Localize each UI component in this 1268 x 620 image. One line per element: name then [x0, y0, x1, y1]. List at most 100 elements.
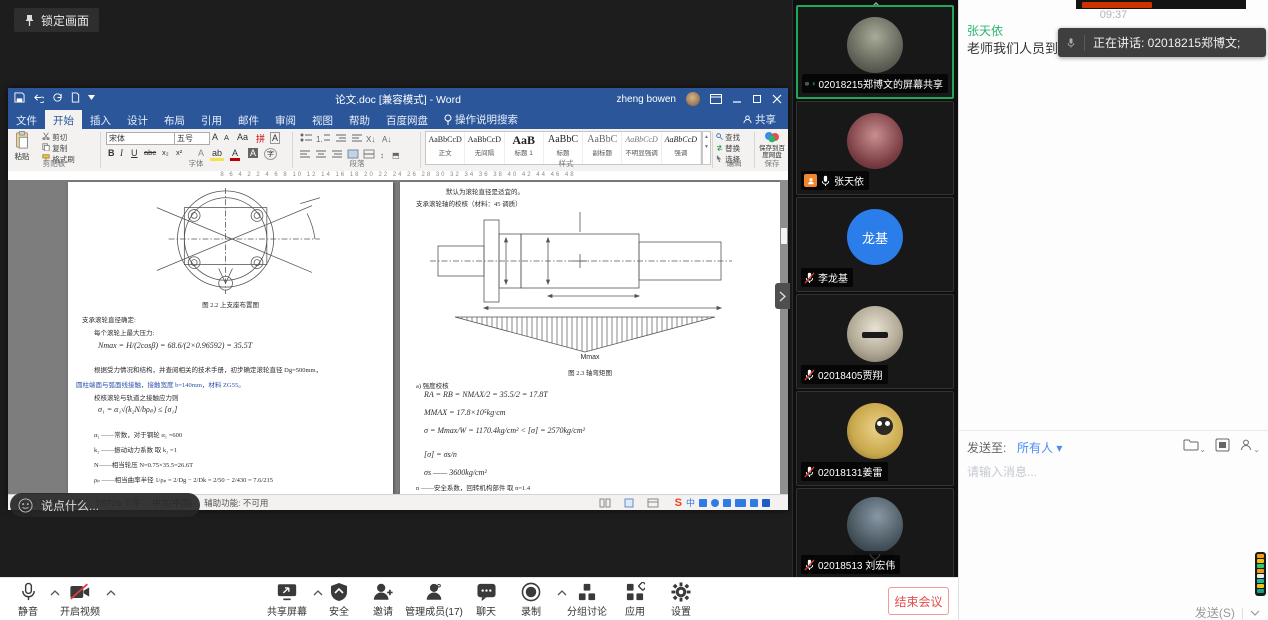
- word-ribbon: 粘贴 剪切 复制 格式刷 剪贴板 宋体 五号 A A Aa 拼 A B I U: [8, 129, 788, 172]
- replace-button[interactable]: 替换: [716, 143, 740, 154]
- ime-toolbox-icon[interactable]: [750, 499, 758, 507]
- text-effects-icon[interactable]: A: [196, 148, 206, 158]
- shield-icon: [330, 582, 348, 602]
- file-attach-button[interactable]: ⌄: [1183, 438, 1206, 457]
- styles-group: AaBbCcD正文 AaBbCcD无间隔 AaB标题 1 AaBbC标题 AaB…: [422, 129, 710, 170]
- participant-tile[interactable]: 张天依: [796, 101, 954, 195]
- document-canvas[interactable]: 图 2.2 上支座布置图 支承滚轮直径确定: 每个滚轮上最大压力: Nmax =…: [8, 180, 788, 494]
- collapse-panel-handle[interactable]: [775, 283, 790, 309]
- start-video-button[interactable]: 开启视频: [45, 582, 115, 618]
- screenshot-button[interactable]: [1215, 438, 1230, 457]
- ime-mode-zh[interactable]: 中: [686, 496, 695, 509]
- strikethrough-button[interactable]: abc: [142, 148, 158, 157]
- ime-mic-icon[interactable]: [723, 499, 731, 507]
- clipboard-group: 粘贴 剪切 复制 格式刷 剪贴板: [8, 129, 100, 170]
- web-layout-icon[interactable]: [647, 498, 659, 508]
- ime-keyboard-icon[interactable]: [735, 499, 746, 507]
- ribbon-display-icon[interactable]: [710, 94, 722, 104]
- save-to-netdisk-label[interactable]: 保存到百度网盘: [756, 145, 788, 159]
- send-options-icon[interactable]: [1250, 610, 1260, 616]
- video-options-caret[interactable]: [106, 590, 116, 596]
- avatar-initials: 龙基: [862, 228, 888, 247]
- shading-icon[interactable]: A: [248, 148, 258, 158]
- at-person-icon: [1239, 438, 1253, 452]
- tab-review[interactable]: 审阅: [267, 110, 304, 129]
- tab-view[interactable]: 视图: [304, 110, 341, 129]
- send-to-value: 所有人: [1017, 441, 1053, 455]
- doc-scrollbar[interactable]: [780, 180, 788, 494]
- doc-formula: Nmax = H/(2cosβ) = 68.6/(2×0.96592) = 35…: [98, 341, 252, 350]
- bold-button[interactable]: B: [106, 148, 117, 158]
- underline-button[interactable]: U: [129, 148, 140, 158]
- participant-tile-sharer[interactable]: 02018215郑博文的屏幕共享: [796, 5, 954, 99]
- chat-message-text: 老师我们人员到齐: [967, 38, 1071, 57]
- doc-scrollbar-thumb[interactable]: [781, 228, 787, 244]
- mention-button[interactable]: ⌄: [1239, 438, 1260, 457]
- cut-button[interactable]: 剪切: [42, 132, 67, 143]
- read-mode-icon[interactable]: [599, 498, 611, 508]
- tab-baidu-netdisk[interactable]: 百度网盘: [378, 110, 436, 129]
- send-to-selector[interactable]: 所有人 ▾: [1017, 439, 1062, 456]
- tell-me-search[interactable]: 操作说明搜索: [436, 110, 526, 129]
- grow-font-icon[interactable]: A: [210, 132, 220, 142]
- participant-tile[interactable]: 龙基 李龙基: [796, 197, 954, 292]
- edge-volume-widget[interactable]: [1255, 552, 1266, 596]
- find-button[interactable]: 查找: [716, 132, 740, 143]
- mic-muted-icon: [804, 272, 815, 284]
- char-border-icon[interactable]: A: [270, 132, 280, 144]
- participant-label: 李龙基: [801, 268, 853, 287]
- baidu-netdisk-icon[interactable]: [764, 131, 780, 143]
- chat-input-placeholder[interactable]: 请输入消息...: [959, 457, 1268, 486]
- speaking-toast: 正在讲话: 02018215郑博文;: [1058, 28, 1266, 57]
- tab-file[interactable]: 文件: [8, 110, 45, 129]
- minimize-icon[interactable]: [732, 94, 742, 104]
- send-button[interactable]: 发送(S): [1195, 604, 1235, 620]
- user-avatar: [686, 92, 700, 106]
- accessibility-status[interactable]: 辅助功能: 不可用: [204, 497, 268, 509]
- print-layout-icon[interactable]: [623, 498, 635, 508]
- participant-tile[interactable]: 02018405贾翔: [796, 294, 954, 389]
- close-icon[interactable]: [772, 94, 782, 104]
- ime-punct-icon[interactable]: [699, 499, 707, 507]
- change-case-icon[interactable]: Aa: [235, 132, 250, 142]
- share-screen-label: 共享屏幕: [267, 607, 307, 618]
- ime-skin-icon[interactable]: [762, 499, 770, 507]
- ime-emoji-icon[interactable]: [711, 499, 719, 507]
- lock-view-button[interactable]: 锁定画面: [14, 8, 99, 32]
- maximize-icon[interactable]: [752, 94, 762, 104]
- tab-insert[interactable]: 插入: [82, 110, 119, 129]
- doc-formula: σ₁ = α₁√(k₂N/bρₚ) ≤ [σ₁]: [98, 405, 177, 414]
- font-size-combo[interactable]: 五号: [174, 132, 210, 145]
- copy-button[interactable]: 复制: [42, 143, 67, 154]
- chat-image-partial[interactable]: [1076, 0, 1246, 9]
- cut-label: 剪切: [52, 133, 67, 142]
- superscript-button[interactable]: x²: [174, 148, 184, 157]
- svg-text:A↓: A↓: [382, 135, 391, 143]
- clear-format-icon[interactable]: 拼: [254, 132, 267, 145]
- doc-formula: [σ] = σs/n: [424, 450, 457, 459]
- subscript-button[interactable]: x₂: [160, 148, 171, 157]
- word-tab-row: 文件 开始 插入 设计 布局 引用 邮件 审阅 视图 帮助 百度网盘 操作说明搜…: [8, 110, 788, 129]
- tab-mailings[interactable]: 邮件: [230, 110, 267, 129]
- italic-button[interactable]: I: [118, 148, 125, 158]
- tab-help[interactable]: 帮助: [341, 110, 378, 129]
- shrink-font-icon[interactable]: A: [222, 133, 231, 142]
- settings-button[interactable]: 设置: [646, 582, 716, 618]
- mute-label: 静音: [18, 607, 38, 618]
- doc-formula: RA = RB = NMAX/2 = 35.5/2 = 17.8T: [424, 390, 548, 399]
- participant-tile[interactable]: 02018131姜雷: [796, 391, 954, 486]
- tab-references[interactable]: 引用: [193, 110, 230, 129]
- end-meeting-button[interactable]: 结束会议: [888, 587, 949, 615]
- share-button[interactable]: 共享: [735, 110, 784, 129]
- danmaku-comment-bar[interactable]: 说点什么...: [10, 493, 200, 517]
- tab-design[interactable]: 设计: [119, 110, 156, 129]
- sogou-ime-bar[interactable]: S 中: [675, 496, 770, 509]
- tab-home[interactable]: 开始: [45, 110, 82, 129]
- cut-icon: [42, 132, 50, 140]
- participant-tile[interactable]: 02018513 刘宏伟: [796, 488, 954, 578]
- sogou-logo[interactable]: S: [675, 497, 682, 509]
- list-indent-icons[interactable]: 1. X↓ A↓: [300, 133, 400, 143]
- chat-sender-name[interactable]: 张天依: [967, 22, 1003, 39]
- tab-layout[interactable]: 布局: [156, 110, 193, 129]
- font-family-combo[interactable]: 宋体: [106, 132, 176, 145]
